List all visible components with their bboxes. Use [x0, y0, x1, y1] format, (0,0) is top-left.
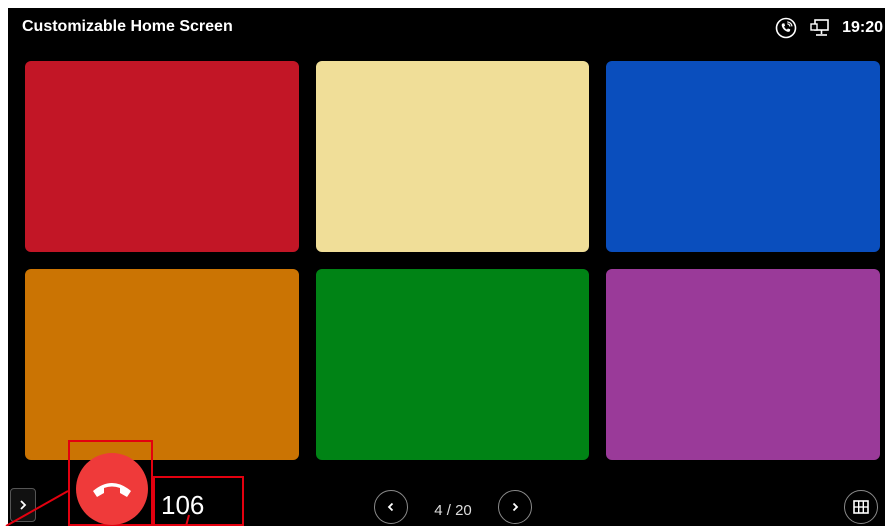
clock: 19:20: [842, 19, 883, 36]
status-bar: Customizable Home Screen 19:20: [8, 8, 885, 48]
tile-orange[interactable]: [25, 269, 299, 460]
phone-call-icon: [774, 16, 798, 40]
network-icon: [808, 16, 832, 40]
page-title: Customizable Home Screen: [22, 18, 233, 35]
status-indicators: 19:20: [774, 16, 883, 40]
chevron-right-icon: [512, 502, 519, 512]
grid-icon: [853, 500, 869, 514]
hangup-button[interactable]: [76, 453, 148, 525]
tile-green[interactable]: [316, 269, 589, 460]
tile-red[interactable]: [25, 61, 299, 252]
hangup-icon: [93, 483, 131, 497]
extension-number: 106: [161, 490, 205, 520]
next-page-button[interactable]: [498, 490, 532, 524]
chevron-right-icon: [20, 500, 27, 510]
page-indicator: 4 / 20: [434, 502, 472, 519]
tile-blue[interactable]: [606, 61, 880, 252]
app-grid-button[interactable]: [844, 490, 878, 524]
prev-page-button[interactable]: [374, 490, 408, 524]
extension-highlight-box: 106: [153, 476, 244, 526]
side-panel-toggle[interactable]: [10, 488, 36, 522]
tile-purple[interactable]: [606, 269, 880, 460]
chevron-left-icon: [387, 502, 394, 512]
tile-yellow[interactable]: [316, 61, 589, 252]
